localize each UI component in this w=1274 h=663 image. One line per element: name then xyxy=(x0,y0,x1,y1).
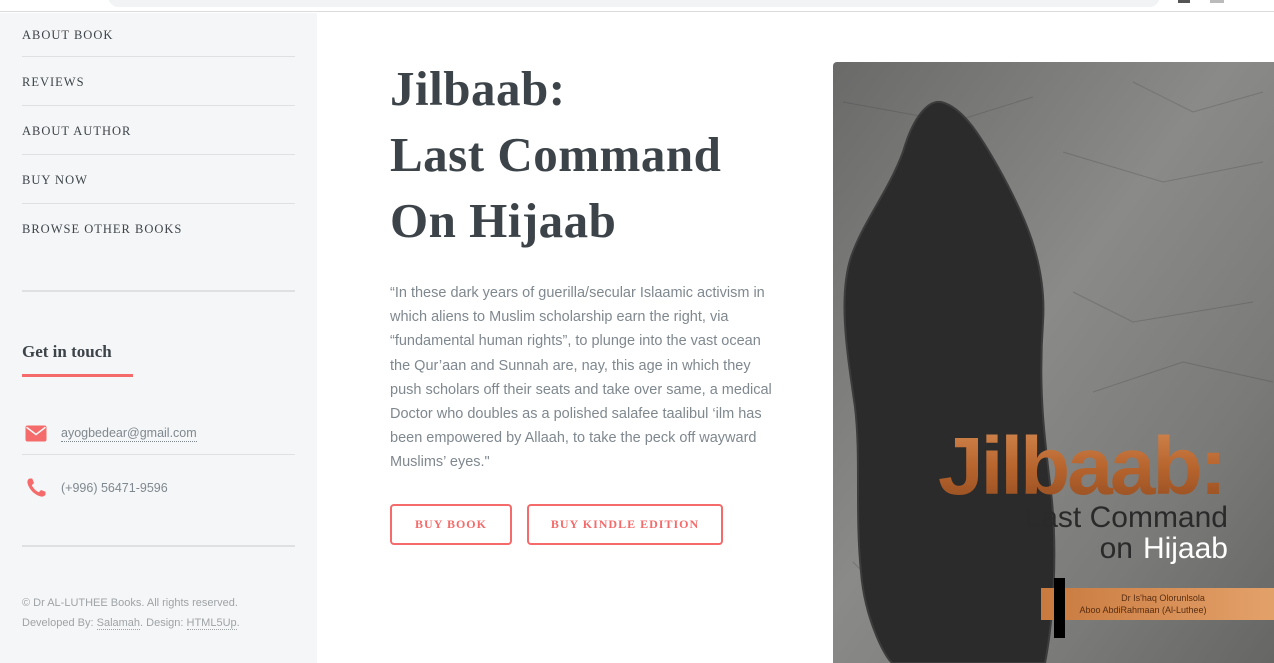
sidebar: ABOUT BOOK REVIEWS ABOUT AUTHOR BUY NOW … xyxy=(0,13,317,663)
cover-subtitle-hijaab: Hijaab xyxy=(1143,532,1228,565)
book-title: Jilbaab: Last Command On Hijaab xyxy=(390,56,820,254)
nav-item-buy-now[interactable]: BUY NOW xyxy=(22,155,295,204)
heading-underline xyxy=(22,374,133,377)
sidebar-divider xyxy=(22,290,295,292)
credits-line: Developed By: Salamah. Design: HTML5Up. xyxy=(22,613,302,633)
designer-link[interactable]: HTML5Up xyxy=(186,617,237,630)
cover-bookmark-bar xyxy=(1054,578,1065,638)
book-cover-image: Jilbaab: Last Command on Hijaab Dr Is'ha… xyxy=(833,62,1274,663)
cover-title: Jilbaab: xyxy=(938,421,1224,512)
developer-link[interactable]: Salamah xyxy=(96,617,141,630)
buy-book-button[interactable]: BUY BOOK xyxy=(390,504,512,545)
book-title-line: Jilbaab: xyxy=(390,61,566,116)
book-title-line: Last Command xyxy=(390,127,722,182)
book-title-line: On Hijaab xyxy=(390,193,617,248)
nav-item-about-author[interactable]: ABOUT AUTHOR xyxy=(22,106,295,155)
cover-subtitle-on: on xyxy=(1100,532,1133,565)
envelope-icon xyxy=(25,424,53,444)
sidebar-divider xyxy=(22,545,295,547)
phone-number: (+996) 56471-9596 xyxy=(61,481,168,495)
cover-subtitle: Last Command xyxy=(1025,501,1228,534)
buy-kindle-edition-button[interactable]: BUY KINDLE EDITION xyxy=(527,504,723,545)
book-quote: “In these dark years of guerilla/secular… xyxy=(390,285,772,471)
contact-phone-row: (+996) 56471-9596 xyxy=(22,473,295,503)
contact-email-row: ayogbedear@gmail.com xyxy=(22,413,295,455)
nav-item-reviews[interactable]: REVIEWS xyxy=(22,57,295,106)
nav-item-about-book[interactable]: ABOUT BOOK xyxy=(22,13,295,57)
address-bar[interactable] xyxy=(108,0,1160,7)
browser-chrome-strip xyxy=(0,0,1274,12)
sidebar-nav: ABOUT BOOK REVIEWS ABOUT AUTHOR BUY NOW … xyxy=(22,13,295,253)
toolbar-icon[interactable] xyxy=(1210,0,1224,3)
period-text: . xyxy=(236,617,240,629)
copyright-text: © Dr AL-LUTHEE Books. All rights reserve… xyxy=(22,597,238,609)
cover-author-line: Aboo AbdiRahmaan (Al-Luthee) xyxy=(1079,605,1206,615)
email-link[interactable]: ayogbedear@gmail.com xyxy=(61,426,197,442)
nav-item-browse-other-books[interactable]: BROWSE OTHER BOOKS xyxy=(22,204,295,253)
phone-icon xyxy=(25,478,53,498)
contact-heading: Get in touch xyxy=(22,342,112,361)
cover-author-line: Dr Is'haq Olorunlsola xyxy=(1121,593,1205,603)
developed-by-label: Developed By: xyxy=(22,617,94,629)
sidebar-footer: © Dr AL-LUTHEE Books. All rights reserve… xyxy=(22,593,302,633)
design-label: Design: xyxy=(146,617,184,629)
book-cover-art: Jilbaab: Last Command on Hijaab Dr Is'ha… xyxy=(833,62,1274,663)
toolbar-icon[interactable] xyxy=(1178,0,1190,3)
